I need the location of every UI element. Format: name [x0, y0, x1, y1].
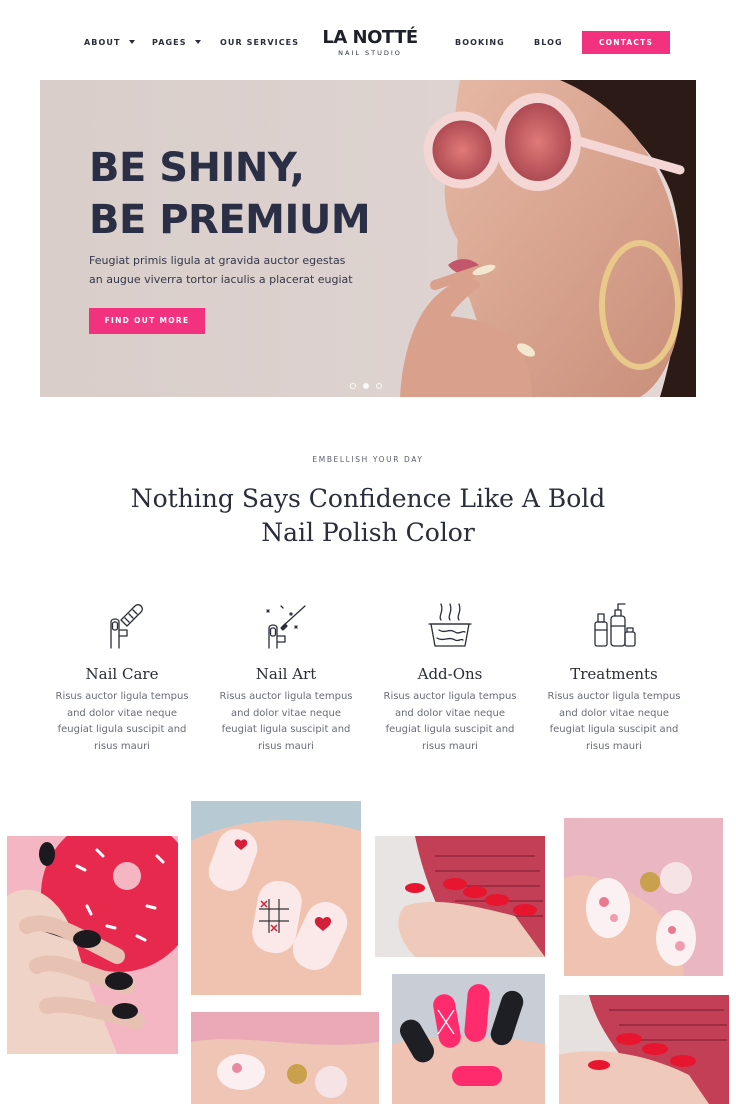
gallery-photo-floral-nails[interactable]: [564, 818, 723, 976]
floral-nails-image: [564, 862, 696, 976]
hero-title-line-2: BE PREMIUM: [89, 197, 371, 243]
feature-treatments: Treatments Risus auctor ligula tempus an…: [532, 600, 696, 755]
gallery-photo-pink-black-nails[interactable]: [392, 974, 545, 1104]
slider-dot[interactable]: [350, 383, 356, 389]
heart-nails-image: [191, 820, 361, 995]
services-features: Nail Care Risus auctor ligula tempus and…: [40, 600, 696, 752]
feature-title: Treatments: [570, 665, 658, 683]
feature-nail-art: Nail Art Risus auctor ligula tempus and …: [204, 600, 368, 755]
hero-title: BE SHINY, BE PREMIUM: [89, 142, 371, 246]
hero-description: Feugiat primis ligula at gravida auctor …: [89, 254, 353, 286]
nav-item-our-services[interactable]: OUR SERVICES: [220, 38, 299, 47]
nail-brush-icon: [266, 605, 306, 649]
nail-file-icon: [110, 604, 143, 649]
pink-pearls-nails-image: [191, 1039, 379, 1104]
chevron-down-icon: [194, 39, 201, 44]
red-nails-sweater-image: [398, 836, 545, 957]
gallery-photo-pink-pearls[interactable]: [191, 1012, 379, 1104]
gallery-photo-red-nails-sweater[interactable]: [375, 836, 545, 957]
pink-black-nails-image: [392, 984, 545, 1104]
nav-item-label: PAGES: [152, 38, 187, 47]
hero-banner: BE SHINY, BE PREMIUM Feugiat primis ligu…: [40, 80, 696, 397]
slider-pagination: [350, 374, 389, 393]
slider-dot-active[interactable]: [363, 383, 369, 389]
feature-title: Nail Care: [85, 665, 159, 683]
site-logo[interactable]: LA NOTTÉ NAIL STUDIO: [310, 27, 430, 58]
feature-add-ons: Add-Ons Risus auctor ligula tempus and d…: [368, 600, 532, 755]
gallery-photo-red-nails-knit[interactable]: [559, 995, 729, 1104]
red-nails-knit-image: [559, 995, 729, 1104]
feature-description: Risus auctor ligula tempus and dolor vit…: [383, 691, 517, 752]
feature-title: Nail Art: [255, 665, 317, 683]
feature-description: Risus auctor ligula tempus and dolor vit…: [219, 691, 353, 752]
top-navigation: ABOUT PAGES OUR SERVICES LA NOTTÉ NAIL S…: [0, 0, 736, 80]
cosmetic-bottles-icon: [594, 603, 636, 647]
nav-item-label: BOOKING: [455, 38, 505, 47]
feature-description: Risus auctor ligula tempus and dolor vit…: [55, 691, 189, 752]
donut-nails-image: [7, 836, 178, 1054]
logo-wordmark: LA NOTTÉ: [322, 27, 418, 48]
section-eyebrow: EMBELLISH YOUR DAY: [312, 455, 424, 464]
nav-item-pages[interactable]: PAGES: [152, 38, 201, 47]
gallery-photo-heart-nails[interactable]: [191, 801, 361, 995]
nav-item-label: BLOG: [534, 38, 563, 47]
find-out-more-button[interactable]: FIND OUT MORE: [89, 308, 205, 334]
section-headline: Nothing Says Confidence Like A Bold Nail…: [130, 484, 606, 547]
nav-item-blog[interactable]: BLOG: [534, 38, 563, 47]
nav-item-about[interactable]: ABOUT: [84, 38, 135, 47]
nav-item-label: ABOUT: [84, 38, 121, 47]
logo-tagline: NAIL STUDIO: [338, 49, 402, 57]
contacts-button[interactable]: CONTACTS: [582, 31, 670, 54]
gallery-photo-donut[interactable]: [7, 836, 178, 1054]
feature-description: Risus auctor ligula tempus and dolor vit…: [547, 691, 681, 752]
spa-bowl-icon: [428, 603, 472, 647]
feature-nail-care: Nail Care Risus auctor ligula tempus and…: [40, 600, 204, 755]
hero-title-line-1: BE SHINY,: [89, 145, 305, 191]
feature-title: Add-Ons: [417, 665, 483, 683]
nav-item-label: OUR SERVICES: [220, 38, 300, 47]
chevron-down-icon: [128, 39, 135, 44]
nav-item-booking[interactable]: BOOKING: [455, 38, 505, 47]
slider-dot[interactable]: [376, 383, 382, 389]
